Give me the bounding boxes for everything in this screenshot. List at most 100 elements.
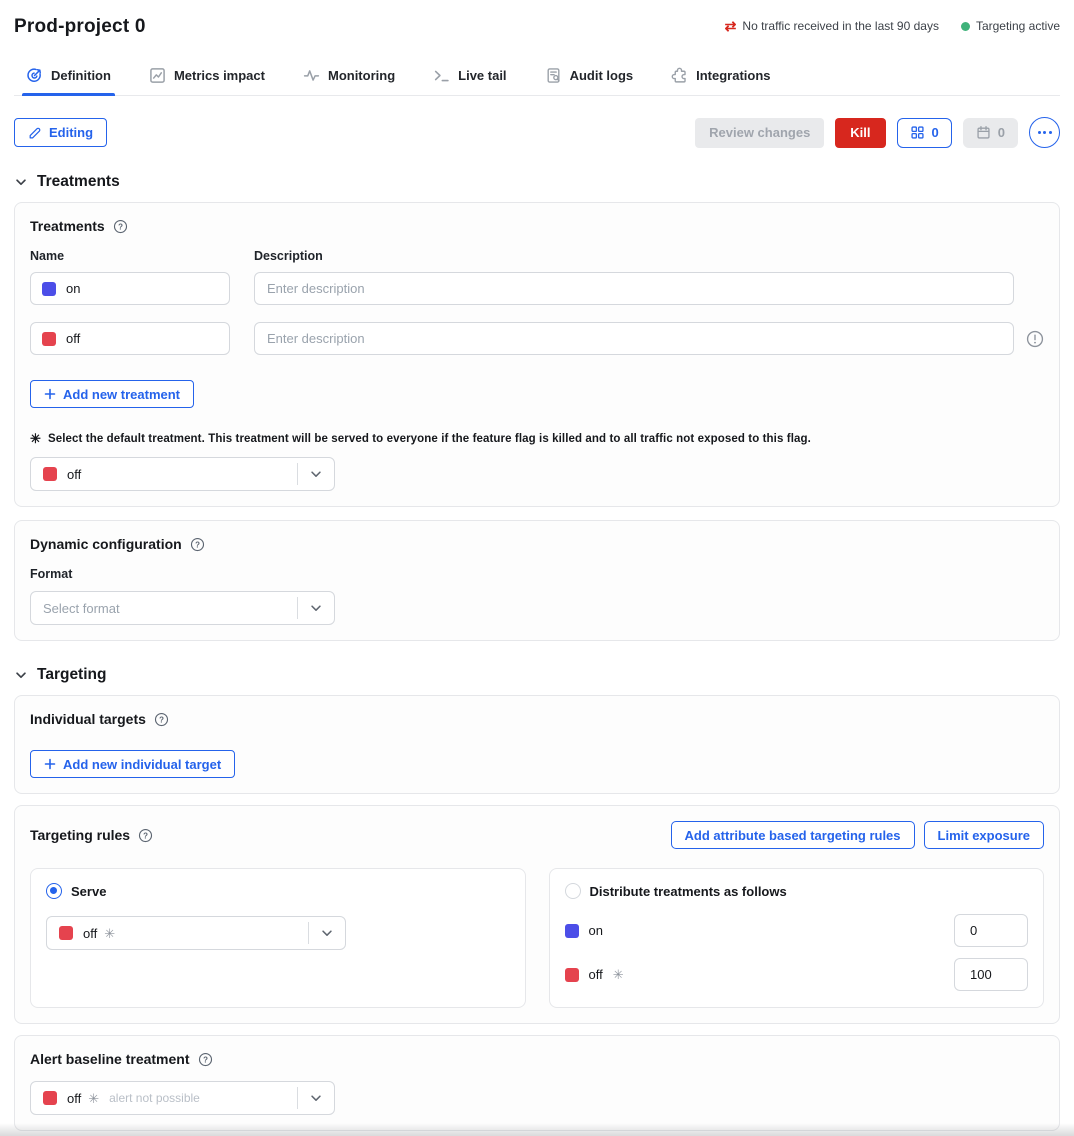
default-treatment-note-text: Select the default treatment. This treat…: [48, 433, 811, 445]
treatment-row: [30, 322, 1044, 355]
grid-count: 0: [932, 125, 939, 140]
serve-label: Serve: [71, 884, 106, 899]
name-column-header: Name: [30, 249, 230, 263]
add-new-treatment-label: Add new treatment: [63, 387, 180, 402]
add-new-individual-target-label: Add new individual target: [63, 757, 221, 772]
treatments-card: Treatments ? Name Description: [14, 202, 1060, 507]
alert-baseline-title: Alert baseline treatment: [30, 1051, 190, 1067]
tab-label: Metrics impact: [174, 68, 265, 83]
tab-monitoring[interactable]: Monitoring: [301, 59, 397, 95]
distribute-panel: Distribute treatments as follows on off …: [549, 868, 1045, 1008]
target-icon: [26, 67, 43, 84]
targeting-rules-card: Targeting rules ? Add attribute based ta…: [14, 805, 1060, 1024]
targeting-status-text: Targeting active: [976, 19, 1060, 33]
targeting-section-title: Targeting: [37, 666, 106, 684]
tab-audit-logs[interactable]: Audit logs: [543, 59, 636, 95]
format-label: Format: [30, 567, 1044, 581]
dynamic-configuration-card: Dynamic configuration ? Format Select fo…: [14, 520, 1060, 641]
default-treatment-asterisk-icon: ✳: [104, 927, 115, 940]
treatment-name-input[interactable]: [66, 281, 218, 296]
treatment-name-field[interactable]: [30, 272, 230, 305]
distribution-row: on: [565, 914, 1029, 947]
distribution-percent-input[interactable]: [954, 914, 1028, 947]
tab-metrics-impact[interactable]: Metrics impact: [147, 59, 267, 95]
flag-sets-button[interactable]: 0: [897, 118, 952, 148]
editing-button[interactable]: Editing: [14, 118, 107, 147]
limit-exposure-button[interactable]: Limit exposure: [924, 821, 1044, 849]
description-column-header: Description: [254, 249, 323, 263]
treatment-color-swatch: [43, 467, 57, 481]
treatment-description-input[interactable]: [254, 322, 1014, 355]
kill-button[interactable]: Kill: [835, 118, 885, 148]
distribute-label: Distribute treatments as follows: [590, 884, 787, 899]
treatment-color-swatch: [42, 282, 56, 296]
treatment-name-input[interactable]: [66, 331, 218, 346]
add-attribute-rules-button[interactable]: Add attribute based targeting rules: [671, 821, 915, 849]
tab-label: Monitoring: [328, 68, 395, 83]
plus-icon: [44, 388, 56, 400]
plus-icon: [44, 758, 56, 770]
puzzle-icon: [671, 67, 688, 84]
help-icon[interactable]: ?: [198, 1052, 213, 1067]
svg-text:?: ?: [203, 1055, 208, 1064]
treatments-section-toggle[interactable]: Treatments: [14, 173, 1060, 191]
treatments-card-title: Treatments: [30, 218, 105, 234]
tab-live-tail[interactable]: Live tail: [431, 59, 508, 95]
add-new-individual-target-button[interactable]: Add new individual target: [30, 750, 235, 778]
individual-targets-title: Individual targets: [30, 711, 146, 727]
distribution-treatment-name: on: [589, 923, 603, 938]
alert-baseline-card: Alert baseline treatment ? off ✳ alert n…: [14, 1035, 1060, 1131]
tab-label: Audit logs: [570, 68, 634, 83]
chevron-down-icon: [298, 1091, 334, 1105]
treatment-color-swatch: [565, 924, 579, 938]
default-treatment-select-value: off: [67, 467, 81, 482]
svg-text:?: ?: [159, 715, 164, 724]
feature-flag-definition-page: Prod-project 0 ⇄ No traffic received in …: [0, 0, 1074, 1136]
chevron-down-icon: [14, 175, 28, 189]
distribute-radio[interactable]: [565, 883, 581, 899]
schedule-button[interactable]: 0: [963, 118, 1018, 148]
editing-label: Editing: [49, 125, 93, 140]
review-changes-button[interactable]: Review changes: [695, 118, 824, 148]
treatment-color-swatch: [42, 332, 56, 346]
serve-radio[interactable]: [46, 883, 62, 899]
default-treatment-select[interactable]: off: [30, 457, 335, 491]
treatment-color-swatch: [59, 926, 73, 940]
tab-integrations[interactable]: Integrations: [669, 59, 772, 95]
action-toolbar: Editing Review changes Kill 0: [14, 117, 1060, 148]
distribution-row: off ✳: [565, 958, 1029, 991]
treatment-description-input[interactable]: [254, 272, 1014, 305]
calendar-count: 0: [998, 125, 1005, 140]
tab-definition[interactable]: Definition: [24, 59, 113, 95]
more-options-button[interactable]: [1029, 117, 1060, 148]
treatment-name-field[interactable]: [30, 322, 230, 355]
treatment-color-swatch: [565, 968, 579, 982]
serve-panel: Serve off ✳: [30, 868, 526, 1008]
pencil-icon: [28, 126, 42, 140]
format-select[interactable]: Select format: [30, 591, 335, 625]
add-new-treatment-button[interactable]: Add new treatment: [30, 380, 194, 408]
traffic-status: ⇄ No traffic received in the last 90 day…: [725, 19, 939, 33]
default-treatment-asterisk-icon: ✳: [88, 1092, 99, 1105]
targeting-section-toggle[interactable]: Targeting: [14, 666, 1060, 684]
format-select-placeholder: Select format: [43, 601, 120, 616]
grid-icon: [910, 125, 925, 140]
distribution-percent-input[interactable]: [954, 958, 1028, 991]
document-search-icon: [545, 67, 562, 84]
treatment-row: [30, 272, 1044, 305]
traffic-arrows-icon: ⇄: [725, 19, 737, 33]
traffic-status-text: No traffic received in the last 90 days: [742, 19, 939, 33]
svg-text:?: ?: [118, 222, 123, 231]
help-icon[interactable]: ?: [154, 712, 169, 727]
help-icon[interactable]: ?: [190, 537, 205, 552]
help-icon[interactable]: ?: [138, 828, 153, 843]
serve-treatment-select[interactable]: off ✳: [46, 916, 346, 950]
help-icon[interactable]: ?: [113, 219, 128, 234]
targeting-status: Targeting active: [961, 19, 1060, 33]
alert-baseline-select[interactable]: off ✳ alert not possible: [30, 1081, 335, 1115]
individual-targets-card: Individual targets ? Add new individual …: [14, 695, 1060, 794]
serve-select-value: off: [83, 926, 97, 941]
tab-label: Integrations: [696, 68, 770, 83]
warning-circle-icon[interactable]: [1026, 330, 1044, 348]
chevron-down-icon: [309, 926, 345, 940]
